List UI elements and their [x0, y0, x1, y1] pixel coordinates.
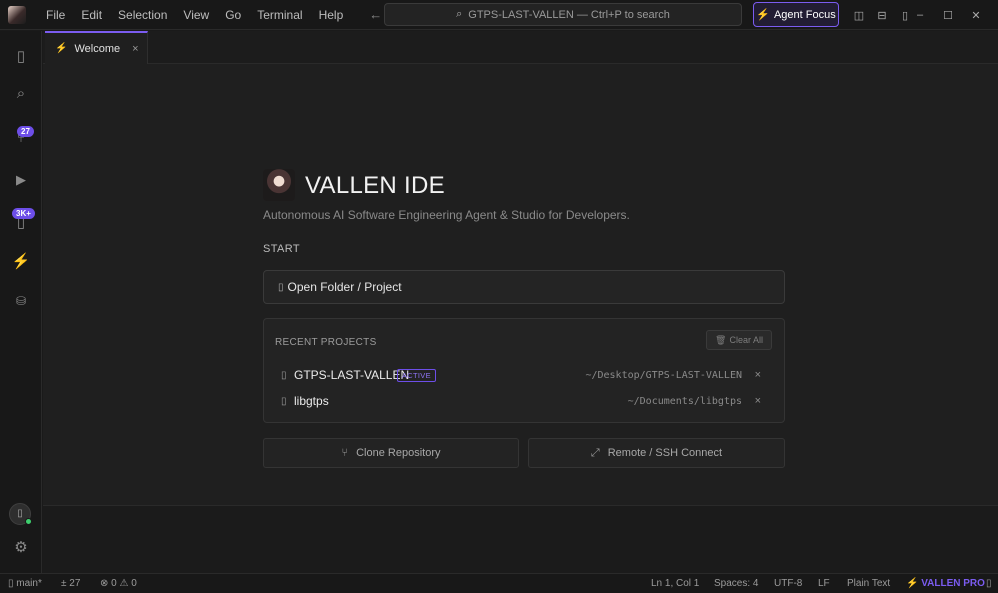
editor-tab-bar: ⚡ Welcome × [43, 31, 998, 64]
remote-explorer-icon[interactable]: ⛁ [0, 294, 42, 308]
open-folder-button[interactable]: ▯ Open Folder / Project [263, 270, 785, 304]
bottom-panel [43, 505, 998, 573]
menu-go[interactable]: Go [217, 0, 249, 30]
project-name: libgtps [294, 394, 329, 408]
active-badge: ACTIVE [397, 368, 436, 382]
close-tab-icon[interactable]: × [132, 43, 138, 55]
tab-welcome[interactable]: ⚡ Welcome × [45, 31, 148, 64]
clone-repository-button[interactable]: ⑂ Clone Repository [263, 438, 519, 468]
open-folder-label: Open Folder / Project [287, 280, 402, 294]
app-logo [8, 5, 26, 24]
run-debug-icon[interactable]: ▶ [0, 172, 42, 188]
menu-bar: File Edit Selection View Go Terminal Hel… [38, 0, 351, 30]
recent-projects-heading: RECENT PROJECTS [275, 337, 377, 348]
menu-selection[interactable]: Selection [110, 0, 175, 30]
online-status-indicator [25, 518, 32, 525]
trash-icon: 🗑 [715, 334, 727, 345]
eol-status[interactable]: LF [818, 578, 830, 589]
search-icon: ⌕ [456, 8, 463, 20]
status-bar: ▯ main* ± 27 ⊗ 0 ⚠ 0 Ln 1, Col 1 Spaces:… [0, 573, 998, 593]
clear-all-label: Clear All [729, 335, 763, 345]
recent-project-item[interactable]: ▯ libgtps ~/Documents/libgtps × [264, 391, 784, 411]
project-path: ~/Desktop/GTPS-LAST-VALLEN [585, 369, 742, 381]
extensions-badge: 3K+ [12, 208, 35, 219]
command-search-text: GTPS-LAST-VALLEN — Ctrl+P to search [468, 8, 670, 21]
project-name: GTPS-LAST-VALLEN [294, 368, 410, 382]
recent-projects-card: RECENT PROJECTS 🗑 Clear All ▯ GTPS-LAST-… [263, 318, 785, 423]
remote-ssh-label: Remote / SSH Connect [607, 447, 723, 459]
changes-status[interactable]: ± 27 [61, 578, 80, 589]
search-icon[interactable]: ⌕ [0, 85, 42, 102]
menu-file[interactable]: File [38, 0, 73, 30]
remove-project-icon[interactable]: × [755, 369, 761, 381]
clone-repository-label: Clone Repository [356, 447, 441, 459]
vallen-pro-status[interactable]: ⚡ VALLEN PRO [906, 578, 985, 589]
cursor-position[interactable]: Ln 1, Col 1 [651, 578, 699, 589]
toggle-panel-icon[interactable]: ⊟ [872, 9, 892, 22]
notifications-icon[interactable]: ▯ [986, 578, 992, 589]
project-path: ~/Documents/libgtps [627, 395, 742, 407]
menu-view[interactable]: View [175, 0, 217, 30]
maximize-icon[interactable]: ☐ [934, 9, 962, 22]
folder-icon: ▯ [281, 395, 287, 407]
indentation-status[interactable]: Spaces: 4 [714, 578, 758, 589]
lightning-icon: ⚡ [55, 43, 68, 54]
clear-all-button[interactable]: 🗑 Clear All [706, 330, 772, 350]
agent-focus-button[interactable]: ⚡ Agent Focus [753, 2, 839, 27]
minimize-icon[interactable]: – [906, 9, 934, 21]
branch-name: main* [16, 578, 42, 589]
folder-icon: ▯ [278, 281, 284, 293]
window-controls: – ☐ ✕ [906, 0, 990, 30]
brand-avatar-image [263, 169, 295, 201]
recent-project-item[interactable]: ▯ GTPS-LAST-VALLEN ACTIVE ~/Desktop/GTPS… [264, 365, 784, 385]
branch-status[interactable]: ▯ main* [8, 578, 42, 589]
menu-terminal[interactable]: Terminal [249, 0, 310, 30]
agent-focus-label: Agent Focus [773, 8, 836, 21]
remote-connect-icon: ⤢ [590, 446, 600, 459]
settings-gear-icon[interactable]: ⚙ [0, 538, 42, 556]
close-window-icon[interactable]: ✕ [962, 9, 990, 22]
remove-project-icon[interactable]: × [755, 395, 761, 407]
toggle-sidebar-icon[interactable]: ◫ [849, 9, 869, 22]
tab-welcome-label: Welcome [74, 42, 121, 55]
language-mode[interactable]: Plain Text [847, 578, 890, 589]
explorer-icon[interactable]: ▯ [0, 47, 42, 65]
welcome-title: VALLEN IDE [305, 172, 445, 199]
start-heading: START [263, 243, 301, 255]
folder-icon: ▯ [281, 369, 287, 381]
problems-status[interactable]: ⊗ 0 ⚠ 0 [100, 578, 137, 589]
remote-ssh-button[interactable]: ⤢ Remote / SSH Connect [528, 438, 785, 468]
encoding-status[interactable]: UTF-8 [774, 578, 802, 589]
git-branch-icon: ⑂ [341, 447, 349, 459]
welcome-subtitle: Autonomous AI Software Engineering Agent… [263, 208, 630, 222]
menu-help[interactable]: Help [311, 0, 352, 30]
lightning-icon: ⚡ [756, 9, 770, 21]
agent-lightning-icon[interactable]: ⚡ [0, 252, 42, 270]
source-control-badge: 27 [17, 126, 34, 137]
menu-edit[interactable]: Edit [73, 0, 110, 30]
command-search-box[interactable]: ⌕ GTPS-LAST-VALLEN — Ctrl+P to search [384, 3, 742, 26]
activity-bar: ▯ ⌕ ⑂ 27 ▶ ▯ 3K+ ⚡ ⛁ ▯ ⚙ [0, 31, 42, 573]
